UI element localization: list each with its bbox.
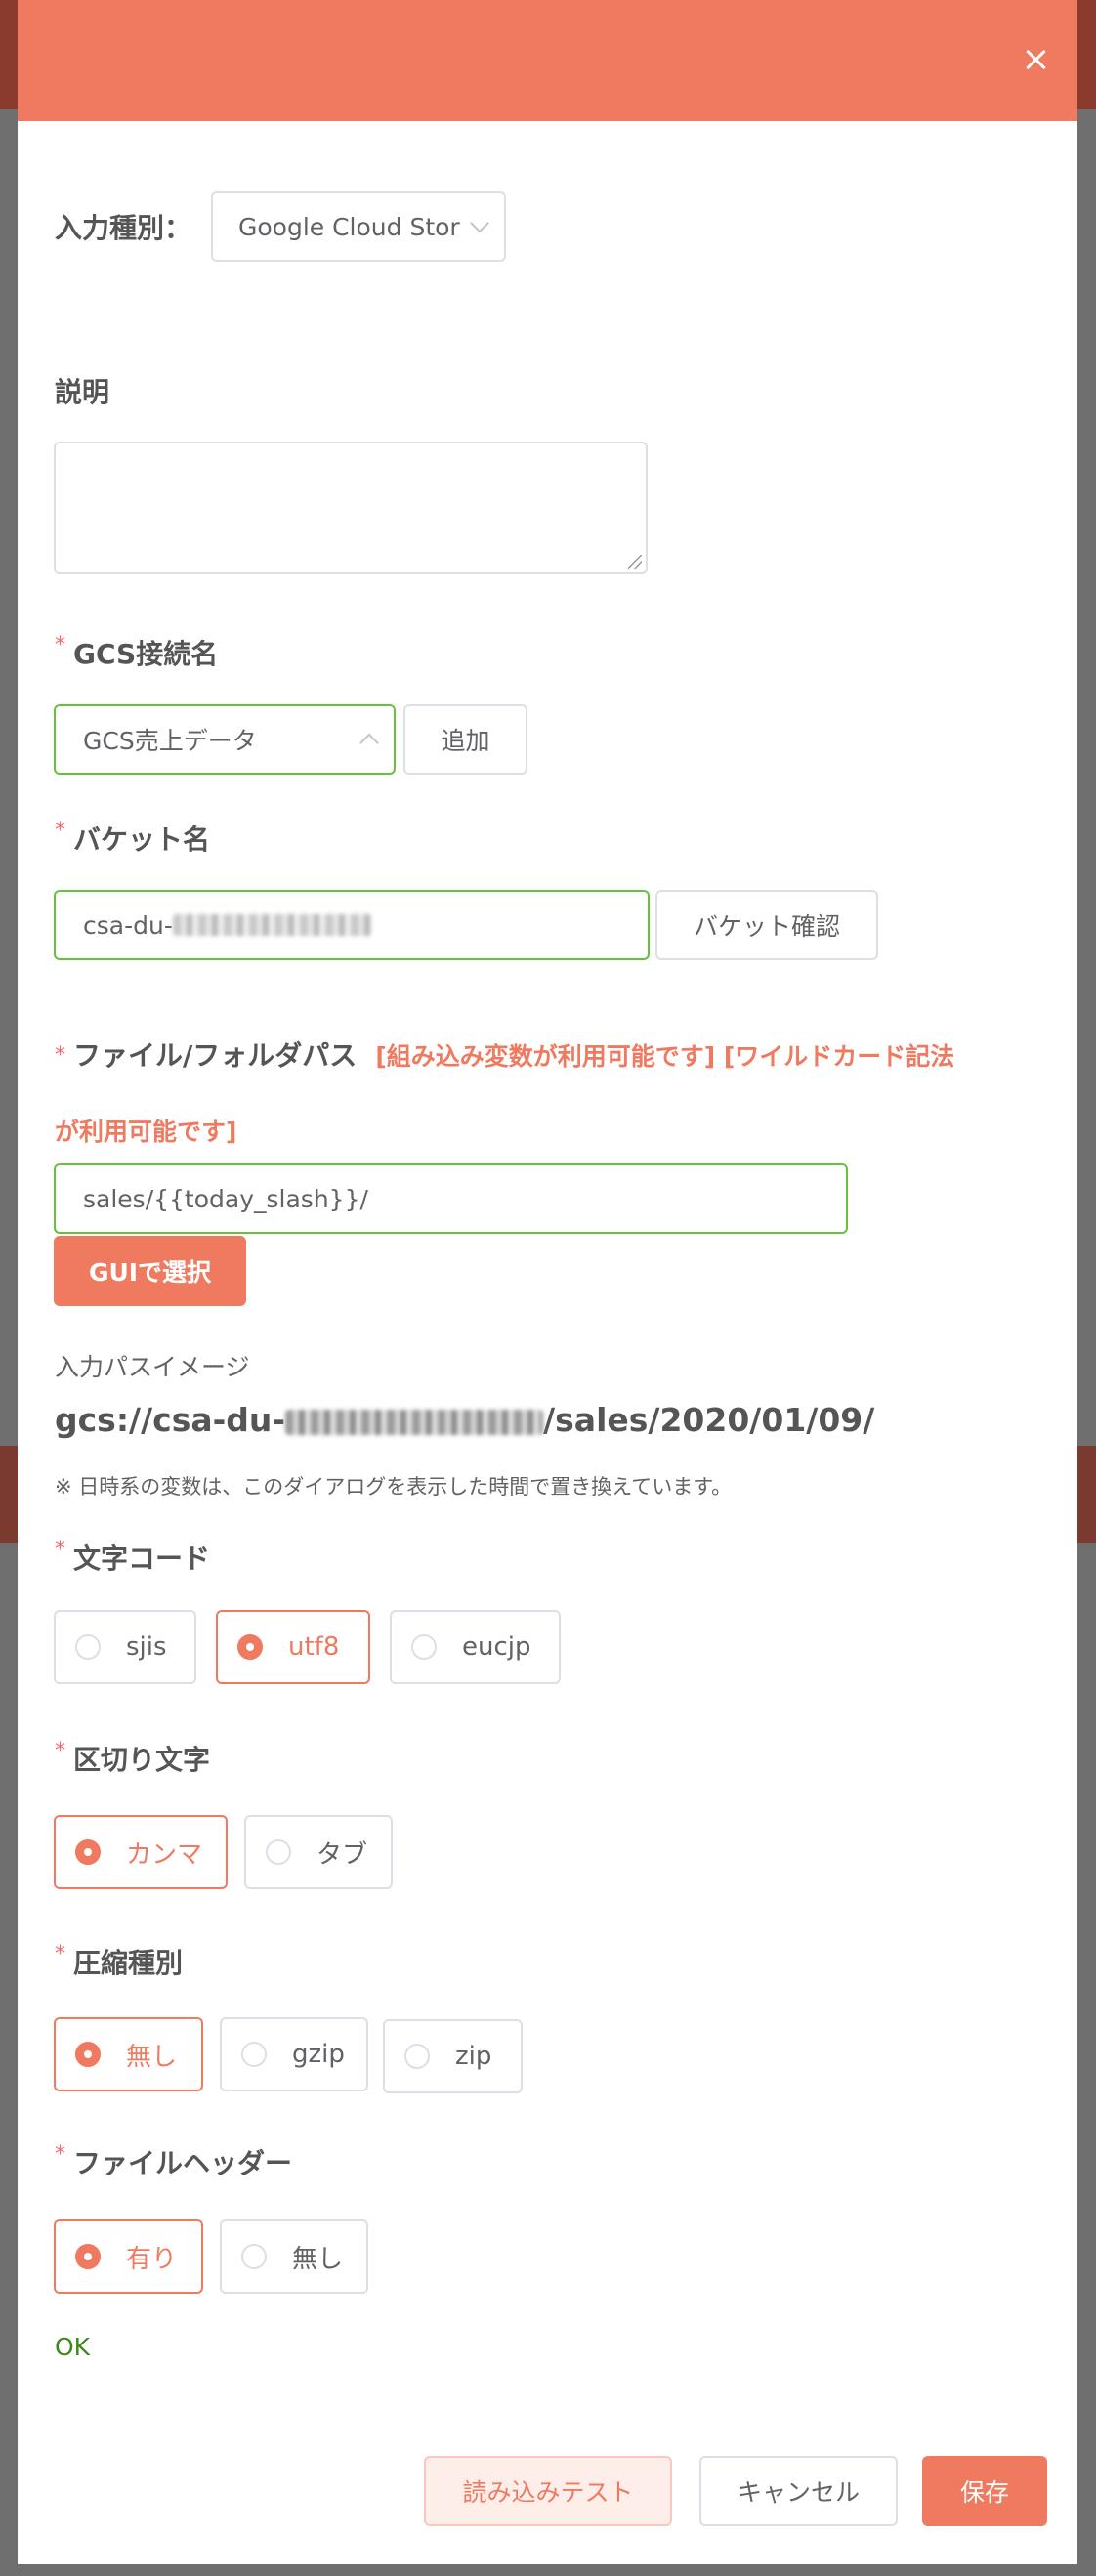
- encoding-option-utf8[interactable]: utf8: [216, 1610, 370, 1684]
- description-label: 説明: [55, 376, 110, 408]
- read-test-button[interactable]: 読み込みテスト: [424, 2456, 672, 2526]
- compression-option-none[interactable]: 無し: [54, 2017, 203, 2091]
- header-option-yes[interactable]: 有り: [54, 2219, 203, 2294]
- radio-checked-icon: [75, 1839, 101, 1865]
- bucket-value: csa-du-: [83, 910, 173, 940]
- gcs-connection-value: GCS売上データ: [83, 727, 257, 755]
- resize-handle-icon[interactable]: [628, 555, 642, 569]
- radio-label: 無し: [126, 2042, 178, 2072]
- save-button[interactable]: 保存: [922, 2456, 1047, 2526]
- chevron-up-icon: [359, 733, 379, 753]
- file-path-label: ファイル/フォルダパス: [55, 1039, 357, 1072]
- radio-label: zip: [455, 2042, 492, 2071]
- compression-label: 圧縮種別: [55, 1942, 183, 1981]
- delimiter-option-comma[interactable]: カンマ: [54, 1815, 228, 1889]
- file-header-label: ファイルヘッダー: [55, 2142, 292, 2181]
- gui-select-button[interactable]: GUIで選択: [54, 1236, 246, 1306]
- compression-option-zip[interactable]: zip: [383, 2019, 523, 2093]
- chevron-down-icon: [470, 213, 489, 233]
- radio-icon: [411, 1634, 437, 1660]
- delimiter-option-tab[interactable]: タブ: [244, 1815, 393, 1889]
- bucket-input[interactable]: csa-du-: [54, 890, 650, 960]
- header-option-no[interactable]: 無し: [220, 2219, 368, 2294]
- gcs-connection-select[interactable]: GCS売上データ: [54, 704, 396, 775]
- path-image-prefix: gcs://csa-du-: [55, 1401, 286, 1439]
- file-path-label-row: ファイル/フォルダパス [組み込み変数が利用可能です] [ワイルドカード記法 が…: [55, 1020, 1041, 1171]
- file-path-note-1: [組み込み変数が利用可能です] [ワイルドカード記法: [375, 1042, 955, 1071]
- radio-label: 有り: [126, 2244, 178, 2274]
- radio-checked-icon: [75, 2244, 101, 2269]
- radio-label: 無し: [292, 2244, 344, 2274]
- gcs-input-dialog: 入力種別： Google Cloud Stora 説明 GCS接続名 GCS売上…: [18, 0, 1077, 2564]
- radio-icon: [241, 2244, 267, 2269]
- path-image-suffix: /sales/2020/01/09/: [543, 1401, 875, 1439]
- test-status: OK: [55, 2333, 91, 2361]
- radio-icon: [266, 1839, 291, 1865]
- encoding-option-sjis[interactable]: sjis: [54, 1610, 196, 1684]
- file-path-input[interactable]: sales/{{today_slash}}/: [54, 1163, 848, 1234]
- encoding-label: 文字コード: [55, 1538, 210, 1577]
- redacted-path-segment: [285, 1409, 544, 1435]
- radio-icon: [404, 2044, 430, 2069]
- radio-label: sjis: [126, 1632, 167, 1662]
- path-image-label: 入力パスイメージ: [55, 1353, 250, 1381]
- close-icon[interactable]: [1021, 45, 1050, 74]
- cancel-button[interactable]: キャンセル: [699, 2456, 898, 2526]
- radio-label: gzip: [292, 2040, 345, 2069]
- input-type-select[interactable]: Google Cloud Stora: [211, 191, 506, 262]
- delimiter-label: 区切り文字: [55, 1739, 210, 1778]
- gcs-connection-label: GCS接続名: [55, 633, 218, 672]
- encoding-option-eucjp[interactable]: eucjp: [390, 1610, 561, 1684]
- path-image-value: gcs://csa-du- /sales/2020/01/09/: [55, 1401, 874, 1439]
- check-bucket-button[interactable]: バケット確認: [655, 890, 878, 960]
- radio-checked-icon: [75, 2042, 101, 2067]
- radio-icon: [241, 2042, 267, 2067]
- redacted-bucket-name: [172, 914, 372, 936]
- radio-icon: [75, 1634, 101, 1660]
- file-path-note-2: が利用可能です]: [55, 1118, 237, 1146]
- description-textarea[interactable]: [54, 442, 648, 574]
- radio-label: カンマ: [126, 1839, 203, 1870]
- radio-checked-icon: [237, 1634, 263, 1660]
- dialog-header: [18, 0, 1077, 121]
- path-image-note: ※ 日時系の変数は、このダイアログを表示した時間で置き換えています。: [55, 1475, 733, 1499]
- compression-option-gzip[interactable]: gzip: [220, 2017, 368, 2091]
- input-type-value: Google Cloud Stora: [238, 212, 461, 241]
- bucket-label: バケット名: [55, 819, 210, 858]
- add-connection-button[interactable]: 追加: [403, 704, 527, 775]
- input-type-label: 入力種別：: [55, 212, 192, 244]
- radio-label: タブ: [316, 1839, 368, 1870]
- radio-label: utf8: [288, 1632, 340, 1662]
- radio-label: eucjp: [462, 1632, 531, 1662]
- file-path-value: sales/{{today_slash}}/: [83, 1184, 368, 1213]
